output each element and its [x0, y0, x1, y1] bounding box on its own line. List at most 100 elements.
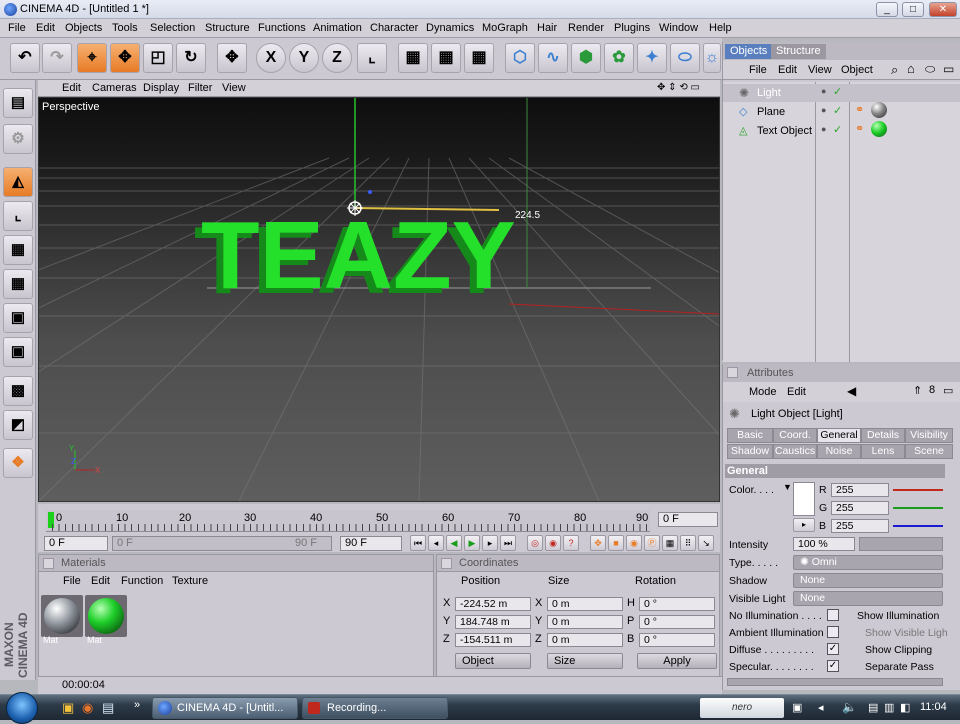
menu-functions[interactable]: Functions [258, 22, 306, 34]
menu-structure[interactable]: Structure [205, 22, 250, 34]
apply-button[interactable]: Apply [637, 653, 717, 669]
start-frame-field[interactable]: 0 F [44, 536, 108, 551]
materials-menu-function[interactable]: Function [121, 575, 163, 587]
rot-b-field[interactable]: 0 ° [639, 633, 715, 647]
materials-menu-texture[interactable]: Texture [172, 575, 208, 587]
live-selection-icon[interactable]: ⌖ [77, 43, 107, 73]
size-y-field[interactable]: 0 m [547, 615, 623, 629]
explorer-icon[interactable]: ▤ [102, 700, 114, 716]
tab-coord[interactable]: Coord. [773, 428, 817, 443]
use-polygon-mode-icon[interactable]: ▩ [3, 376, 33, 406]
search-icon[interactable]: ⌕ [891, 62, 898, 78]
viewport-menu-cameras[interactable]: Cameras [92, 82, 137, 94]
tab-objects[interactable]: Objects [725, 44, 773, 59]
enabled-check-icon[interactable]: ✓ [833, 85, 842, 98]
render-view-icon[interactable]: ▦ [398, 43, 428, 73]
nurbs-icon[interactable]: ⬢ [571, 43, 601, 73]
menu-help[interactable]: Help [709, 22, 732, 34]
tab-caustics[interactable]: Caustics [773, 444, 817, 459]
key-scale-icon[interactable]: ■ [608, 535, 624, 551]
visibility-dot-icon[interactable]: ● [821, 124, 826, 134]
render-picture-viewer-icon[interactable]: ▦ [431, 43, 461, 73]
sculpt-icon[interactable]: ❖ [3, 448, 33, 478]
menu-dynamics[interactable]: Dynamics [426, 22, 474, 34]
menu-mograph[interactable]: MoGraph [482, 22, 528, 34]
end-frame-field[interactable]: 90 F [340, 536, 402, 551]
timeline-ruler[interactable]: 0 10 20 30 40 50 60 70 80 90 [46, 510, 650, 532]
color-b-field[interactable]: 255 [831, 519, 889, 533]
collapse-icon[interactable]: ⬭ [925, 62, 935, 77]
size-z-field[interactable]: 0 m [547, 633, 623, 647]
redo-icon[interactable]: ↷ [42, 43, 72, 73]
specular-checkbox[interactable]: ✓ [827, 660, 839, 672]
use-texture-mode-icon[interactable]: ▦ [3, 235, 33, 265]
current-frame-field[interactable]: 0 F [658, 512, 718, 527]
tab-details[interactable]: Details [861, 428, 905, 443]
materials-menu-edit[interactable]: Edit [91, 575, 110, 587]
intensity-field[interactable]: 100 % [793, 537, 855, 551]
layout-icon[interactable]: ▭ [943, 62, 954, 76]
color-g-field[interactable]: 255 [831, 501, 889, 515]
previous-key-icon[interactable]: ◂ [428, 535, 444, 551]
go-to-start-icon[interactable]: ⏮ [410, 535, 426, 551]
scene-object-icon[interactable]: ⬭ [670, 43, 700, 73]
tab-noise[interactable]: Noise [817, 444, 861, 459]
viewport-nav-icon[interactable]: ✥ ⇕ ⟲ ▭ [657, 82, 700, 93]
tab-basic[interactable]: Basic [727, 428, 773, 443]
menu-objects[interactable]: Objects [65, 22, 102, 34]
type-dropdown[interactable]: ✺ Omni [793, 555, 943, 570]
attributes-menu-edit[interactable]: Edit [787, 386, 806, 398]
object-row-light[interactable]: ✺ Light ● ✓ [723, 84, 960, 102]
tab-visibility[interactable]: Visibility [905, 428, 953, 443]
tray-chevron-icon[interactable]: ◂ [818, 701, 824, 714]
green-material-tag-icon[interactable] [871, 121, 887, 137]
pos-z-field[interactable]: -154.511 m [455, 633, 531, 647]
z-axis-lock-button[interactable]: Z [322, 43, 352, 73]
task-cinema4d[interactable]: CINEMA 4D - [Untitl... [152, 697, 298, 719]
menu-tools[interactable]: Tools [112, 22, 138, 34]
material-swatch-chrome[interactable] [41, 595, 83, 637]
shadow-dropdown[interactable]: None [793, 573, 943, 588]
size-mode-dropdown[interactable]: Size [547, 653, 623, 669]
light-object-icon[interactable]: ☼ [703, 43, 721, 73]
undo-icon[interactable]: ↶ [10, 43, 40, 73]
rotate-tool-icon[interactable]: ↻ [176, 43, 206, 73]
snap-icon[interactable]: ◩ [3, 410, 33, 440]
nero-tray-widget[interactable]: nero [700, 698, 784, 718]
volume-icon[interactable]: 🔈 [842, 700, 857, 714]
visibility-dot-icon[interactable]: ● [821, 86, 826, 96]
minimize-button[interactable]: _ [876, 2, 898, 17]
menu-edit[interactable]: Edit [36, 22, 55, 34]
3d-viewport[interactable]: TEAZY TEAZY 224.5 Y Z X Perspective [38, 97, 720, 502]
play-forwards-icon[interactable]: ▶ [464, 535, 480, 551]
object-row-plane[interactable]: ◇ Plane ● ✓ ⚭ [723, 102, 960, 121]
rot-h-field[interactable]: 0 ° [639, 597, 715, 611]
intensity-slider[interactable] [859, 537, 943, 551]
next-key-icon[interactable]: ▸ [482, 535, 498, 551]
menu-character[interactable]: Character [370, 22, 418, 34]
play-backwards-icon[interactable]: ◀ [446, 535, 462, 551]
objects-menu-file[interactable]: File [749, 64, 767, 76]
move-tool-icon[interactable]: ✥ [110, 43, 140, 73]
firefox-icon[interactable]: ◉ [82, 700, 93, 716]
maximize-button[interactable]: □ [902, 2, 924, 17]
coordinate-mode-dropdown[interactable]: Object [455, 653, 531, 669]
security-icon[interactable]: ◧ [900, 701, 910, 714]
object-name[interactable]: Text Object [757, 125, 812, 137]
quicklaunch-more-icon[interactable]: » [134, 699, 140, 711]
transform-tool-icon[interactable]: ✥ [217, 43, 247, 73]
viewport-menu-view[interactable]: View [222, 82, 246, 94]
use-texture-axis-icon[interactable]: ▦ [3, 269, 33, 299]
use-model-mode-icon[interactable]: ▤ [3, 88, 33, 118]
objects-menu-edit[interactable]: Edit [778, 64, 797, 76]
key-pla-icon[interactable]: ▦ [662, 535, 678, 551]
material-swatch-green[interactable] [85, 595, 127, 637]
tab-shadow[interactable]: Shadow [727, 444, 773, 459]
tab-structure[interactable]: Structure [771, 44, 826, 59]
timeline-menu-icon[interactable]: ↘ [698, 535, 714, 551]
tray-icon[interactable]: ▣ [792, 701, 802, 714]
rot-p-field[interactable]: 0 ° [639, 615, 715, 629]
chrome-material-tag-icon[interactable] [871, 102, 887, 118]
menu-selection[interactable]: Selection [150, 22, 195, 34]
deformer-icon[interactable]: ✦ [637, 43, 667, 73]
